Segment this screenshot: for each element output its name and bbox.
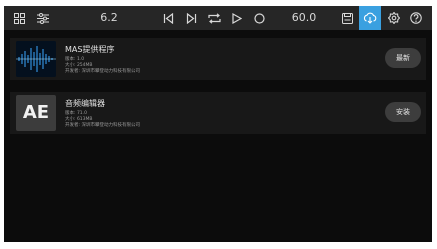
left-value-readout: 6.2 — [100, 11, 118, 24]
install-button[interactable]: 安装 — [385, 102, 421, 122]
app-screen: 6.2 60.0 MAS提供程序 版本: 1.0 大小: 254MB 开发者: … — [4, 6, 432, 242]
grid-icon[interactable] — [10, 6, 28, 30]
right-value-readout: 60.0 — [291, 11, 317, 24]
record-icon[interactable] — [250, 6, 268, 30]
save-icon[interactable] — [338, 6, 356, 30]
repeat-icon[interactable] — [204, 6, 224, 30]
app-developer: 开发者: 深圳市攀登动力科技有限公司 — [65, 69, 140, 74]
mas-app-thumbnail — [16, 41, 56, 77]
update-button[interactable]: 最新 — [385, 48, 421, 68]
audio-editor-thumbnail: AE — [16, 95, 56, 131]
app-name: 音频编辑器 — [65, 99, 105, 108]
top-toolbar: 6.2 60.0 — [4, 6, 432, 30]
help-icon[interactable] — [407, 6, 425, 30]
app-list-item-mas: MAS提供程序 版本: 1.0 大小: 254MB 开发者: 深圳市攀登动力科技… — [10, 38, 426, 80]
skip-back-icon[interactable] — [159, 6, 177, 30]
sliders-icon[interactable] — [34, 6, 52, 30]
skip-forward-icon[interactable] — [182, 6, 200, 30]
play-icon[interactable] — [228, 6, 246, 30]
app-name: MAS提供程序 — [65, 45, 115, 54]
cloud-download-icon[interactable] — [359, 6, 381, 30]
app-list-item-audio-editor: AE 音频编辑器 版本: 71.0 大小: 613MB 开发者: 深圳市攀登动力… — [10, 92, 426, 134]
settings-icon[interactable] — [385, 6, 403, 30]
app-developer: 开发者: 深圳市攀登动力科技有限公司 — [65, 123, 140, 128]
